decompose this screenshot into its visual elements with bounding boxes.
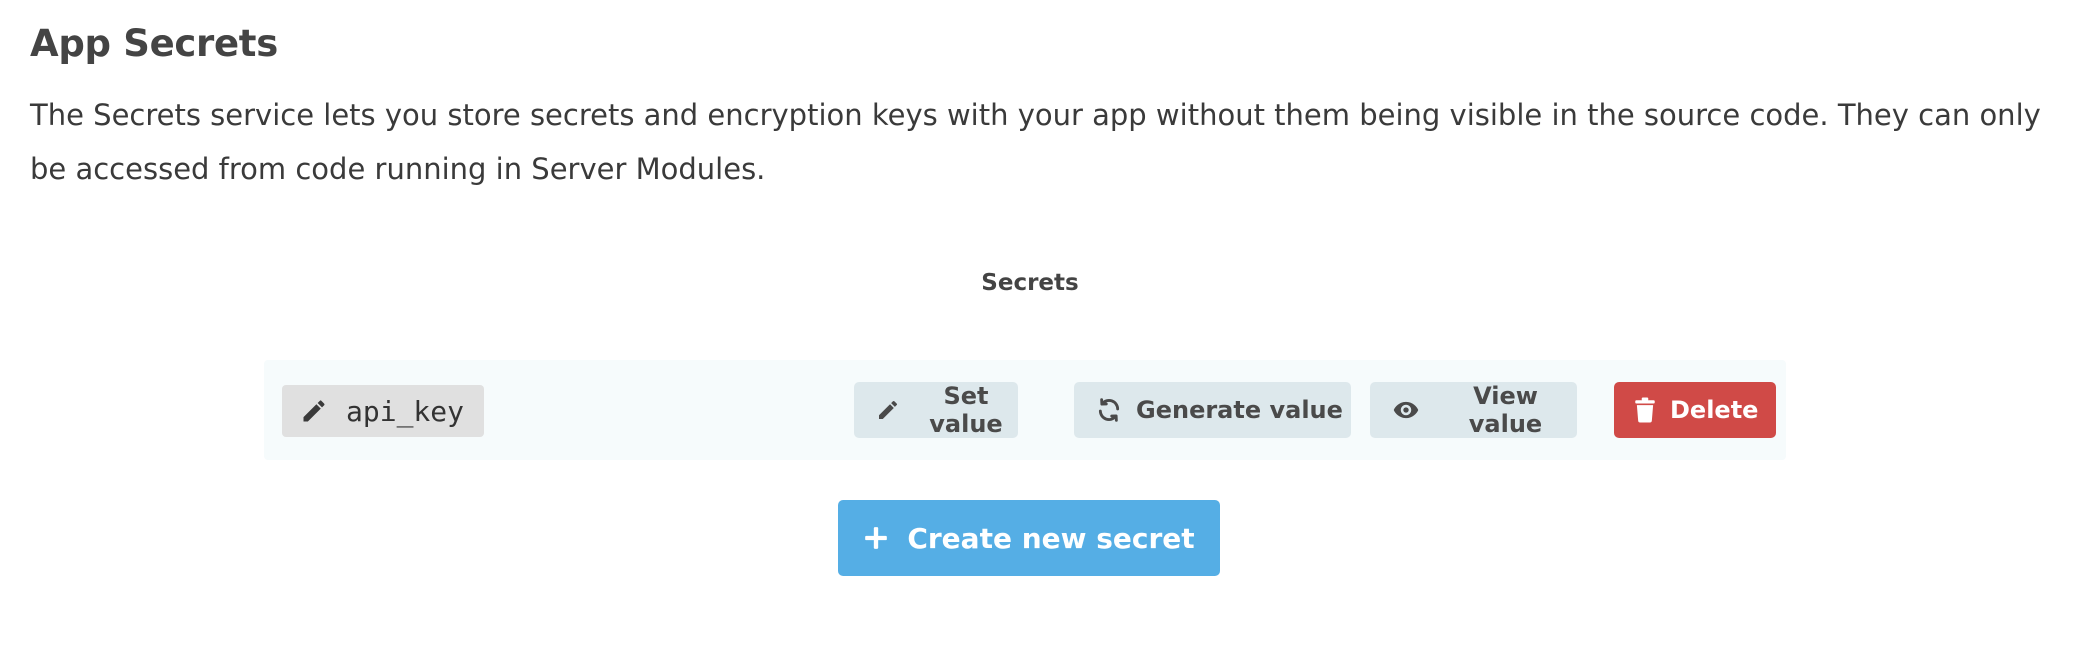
- view-value-button[interactable]: View value: [1370, 382, 1577, 438]
- secret-name: api_key: [346, 394, 465, 428]
- set-value-button[interactable]: Set value: [854, 382, 1018, 438]
- secrets-heading: Secrets: [981, 270, 1079, 296]
- create-new-secret-button[interactable]: Create new secret: [838, 500, 1220, 576]
- page-title: App Secrets: [30, 22, 278, 65]
- page-description: The Secrets service lets you store secre…: [30, 98, 2041, 186]
- set-value-label: Set value: [929, 382, 1003, 438]
- generate-value-button[interactable]: Generate value: [1074, 382, 1351, 438]
- secret-name-edit-button[interactable]: api_key: [282, 385, 485, 437]
- create-new-secret-label: Create new secret: [907, 521, 1195, 555]
- pencil-icon: [876, 398, 900, 422]
- view-value-label: View value: [1468, 382, 1543, 438]
- refresh-icon: [1096, 397, 1122, 423]
- delete-button[interactable]: Delete: [1614, 382, 1776, 438]
- eye-icon: [1392, 396, 1420, 424]
- generate-value-label: Generate value: [1136, 396, 1343, 424]
- plus-icon: [863, 525, 889, 551]
- delete-label: Delete: [1670, 396, 1759, 424]
- trash-icon: [1634, 397, 1656, 423]
- secret-row: api_key Set value Generate value View va…: [264, 360, 1786, 460]
- pencil-icon: [300, 397, 328, 425]
